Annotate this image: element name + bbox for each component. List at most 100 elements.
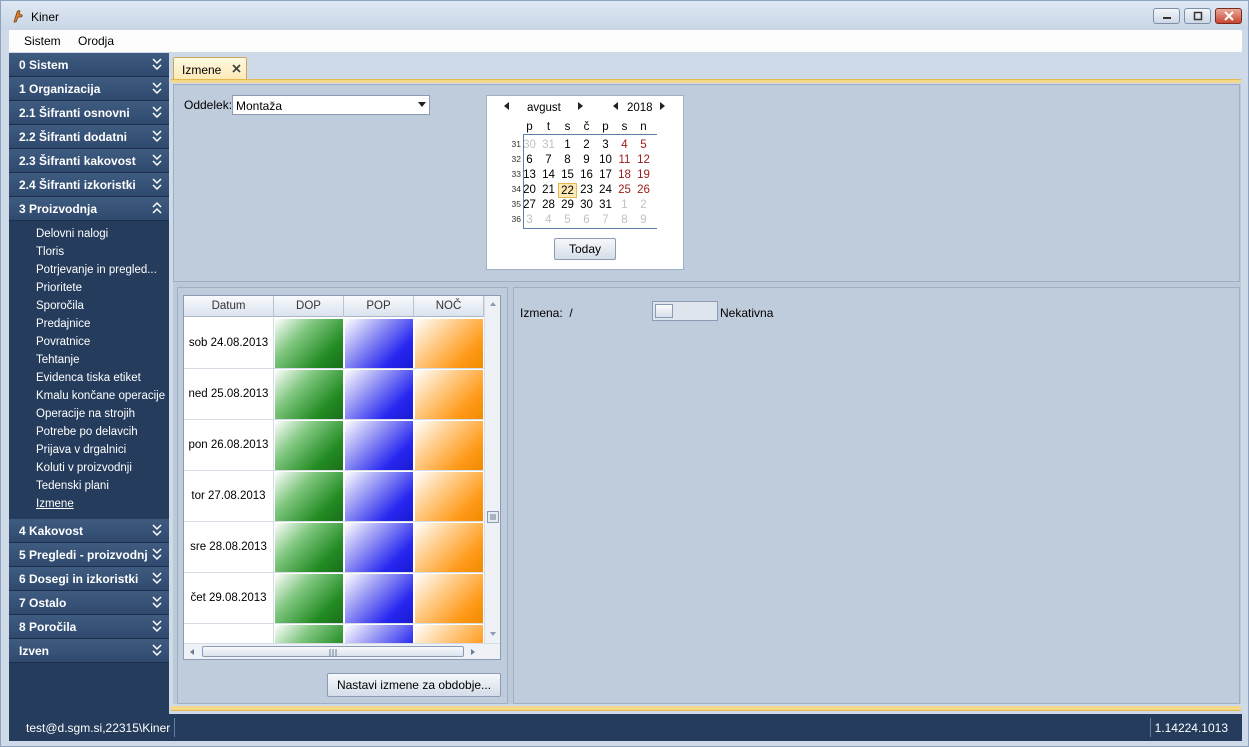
sidebar-item-predajnice[interactable]: Predajnice	[9, 315, 169, 333]
set-period-button[interactable]: Nastavi izmene za obdobje...	[327, 673, 501, 697]
calendar-day[interactable]: 25	[615, 183, 634, 198]
close-icon[interactable]	[231, 63, 242, 74]
calendar-day[interactable]: 7	[539, 153, 558, 168]
scroll-up-icon[interactable]	[489, 300, 497, 308]
sidebar-item-koluti[interactable]: Koluti v proizvodnji	[9, 459, 169, 477]
tab-izmene[interactable]: Izmene	[173, 57, 247, 80]
table-row[interactable]: ned 25.08.2013	[184, 369, 484, 420]
calendar-day[interactable]: 2	[577, 138, 596, 153]
sidebar-item-povratnice[interactable]: Povratnice	[9, 333, 169, 351]
shift-cell-noc[interactable]	[415, 472, 483, 521]
shift-cell-pop[interactable]	[345, 574, 413, 623]
sidebar-item-tehtanje[interactable]: Tehtanje	[9, 351, 169, 369]
oddelek-select[interactable]: Montaža	[232, 95, 430, 115]
calendar-day[interactable]: 6	[577, 213, 596, 228]
table-row[interactable]: tor 27.08.2013	[184, 471, 484, 522]
calendar-day[interactable]: 17	[596, 168, 615, 183]
shift-cell-pop[interactable]	[345, 370, 413, 419]
calendar-day[interactable]: 9	[577, 153, 596, 168]
calendar-day[interactable]: 18	[615, 168, 634, 183]
sidebar-item-izmene[interactable]: Izmene	[9, 495, 169, 513]
shift-cell-dop[interactable]	[275, 523, 343, 572]
menu-sistem[interactable]: Sistem	[24, 34, 61, 48]
column-header-noc[interactable]: NOČ	[414, 296, 484, 317]
table-row[interactable]: sob 24.08.2013	[184, 318, 484, 369]
calendar-day[interactable]: 5	[634, 138, 653, 153]
column-header-datum[interactable]: Datum	[184, 296, 274, 317]
next-year-icon[interactable]	[658, 101, 666, 111]
shift-cell-noc[interactable]	[415, 523, 483, 572]
sidebar-group-sifranti-kakovost[interactable]: 2.3 Šifranti kakovost	[9, 149, 169, 173]
sidebar-item-kmalu-koncane[interactable]: Kmalu končane operacije	[9, 387, 169, 405]
calendar-day[interactable]: 8	[558, 153, 577, 168]
sidebar-item-sporocila[interactable]: Sporočila	[9, 297, 169, 315]
prev-month-icon[interactable]	[503, 101, 511, 111]
shift-cell-dop[interactable]	[275, 574, 343, 623]
sidebar-group-kakovost[interactable]: 4 Kakovost	[9, 519, 169, 543]
prev-year-icon[interactable]	[612, 101, 620, 111]
calendar-day[interactable]: 10	[596, 153, 615, 168]
shift-cell-pop[interactable]	[345, 319, 413, 368]
scrollbar-thumb[interactable]	[487, 511, 499, 523]
active-toggle[interactable]	[652, 301, 718, 321]
sidebar-group-sifranti-osnovni[interactable]: 2.1 Šifranti osnovni	[9, 101, 169, 125]
minimize-button[interactable]	[1153, 8, 1180, 24]
sidebar-group-organizacija[interactable]: 1 Organizacija	[9, 77, 169, 101]
sidebar-item-tedenski-plani[interactable]: Tedenski plani	[9, 477, 169, 495]
calendar-day[interactable]: 4	[539, 213, 558, 228]
sidebar-item-evidenca-tiska[interactable]: Evidenca tiska etiket	[9, 369, 169, 387]
shift-cell-pop[interactable]	[345, 421, 413, 470]
today-button[interactable]: Today	[554, 238, 616, 260]
shift-cell-noc[interactable]	[415, 370, 483, 419]
calendar-day[interactable]: 24	[596, 183, 615, 198]
scroll-right-icon[interactable]	[469, 648, 477, 656]
shift-cell-noc[interactable]	[415, 421, 483, 470]
shift-cell-pop[interactable]	[345, 523, 413, 572]
shift-cell-dop[interactable]	[275, 370, 343, 419]
calendar-day[interactable]: 5	[558, 213, 577, 228]
calendar-day-today[interactable]: 22	[558, 183, 577, 198]
column-header-pop[interactable]: POP	[344, 296, 414, 317]
calendar-day[interactable]: 29	[558, 198, 577, 213]
calendar-day[interactable]: 14	[539, 168, 558, 183]
sidebar-group-ostalo[interactable]: 7 Ostalo	[9, 591, 169, 615]
calendar-day[interactable]: 23	[577, 183, 596, 198]
sidebar-group-dosegi[interactable]: 6 Dosegi in izkoristki	[9, 567, 169, 591]
maximize-button[interactable]	[1184, 8, 1211, 24]
calendar-day[interactable]: 26	[634, 183, 653, 198]
calendar-day[interactable]: 31	[596, 198, 615, 213]
scroll-down-icon[interactable]	[489, 630, 497, 638]
calendar-day[interactable]: 21	[539, 183, 558, 198]
calendar-day[interactable]: 7	[596, 213, 615, 228]
sidebar-group-izven[interactable]: Izven	[9, 639, 169, 663]
calendar-day[interactable]: 3	[596, 138, 615, 153]
sidebar-group-sifranti-izkoristki[interactable]: 2.4 Šifranti izkoristki	[9, 173, 169, 197]
shift-cell-dop[interactable]	[275, 319, 343, 368]
table-row[interactable]: čet 29.08.2013	[184, 573, 484, 624]
vertical-scrollbar[interactable]	[484, 296, 500, 644]
close-button[interactable]	[1215, 8, 1242, 24]
shift-cell-noc[interactable]	[415, 319, 483, 368]
sidebar-group-sifranti-dodatni[interactable]: 2.2 Šifranti dodatni	[9, 125, 169, 149]
shift-cell-dop[interactable]	[275, 472, 343, 521]
menu-orodja[interactable]: Orodja	[78, 34, 114, 48]
table-row[interactable]: pon 26.08.2013	[184, 420, 484, 471]
calendar-day[interactable]: 19	[634, 168, 653, 183]
calendar-day[interactable]: 11	[615, 153, 634, 168]
scrollbar-thumb[interactable]	[202, 646, 464, 657]
calendar-day[interactable]: 12	[634, 153, 653, 168]
horizontal-scrollbar[interactable]	[184, 643, 500, 659]
calendar-day[interactable]: 31	[539, 138, 558, 153]
sidebar-group-sistem[interactable]: 0 Sistem	[9, 53, 169, 77]
column-header-dop[interactable]: DOP	[274, 296, 344, 317]
sidebar-item-potrebe-po-delavcih[interactable]: Potrebe po delavcih	[9, 423, 169, 441]
calendar-day[interactable]: 2	[634, 198, 653, 213]
sidebar-item-tloris[interactable]: Tloris	[9, 243, 169, 261]
sidebar-group-pregledi[interactable]: 5 Pregledi - proizvodnj	[9, 543, 169, 567]
calendar-day[interactable]: 8	[615, 213, 634, 228]
shift-cell-pop[interactable]	[345, 472, 413, 521]
sidebar-item-operacije-na-strojih[interactable]: Operacije na strojih	[9, 405, 169, 423]
calendar-day[interactable]: 1	[615, 198, 634, 213]
calendar-day[interactable]: 30	[577, 198, 596, 213]
sidebar-item-delovni-nalogi[interactable]: Delovni nalogi	[9, 225, 169, 243]
